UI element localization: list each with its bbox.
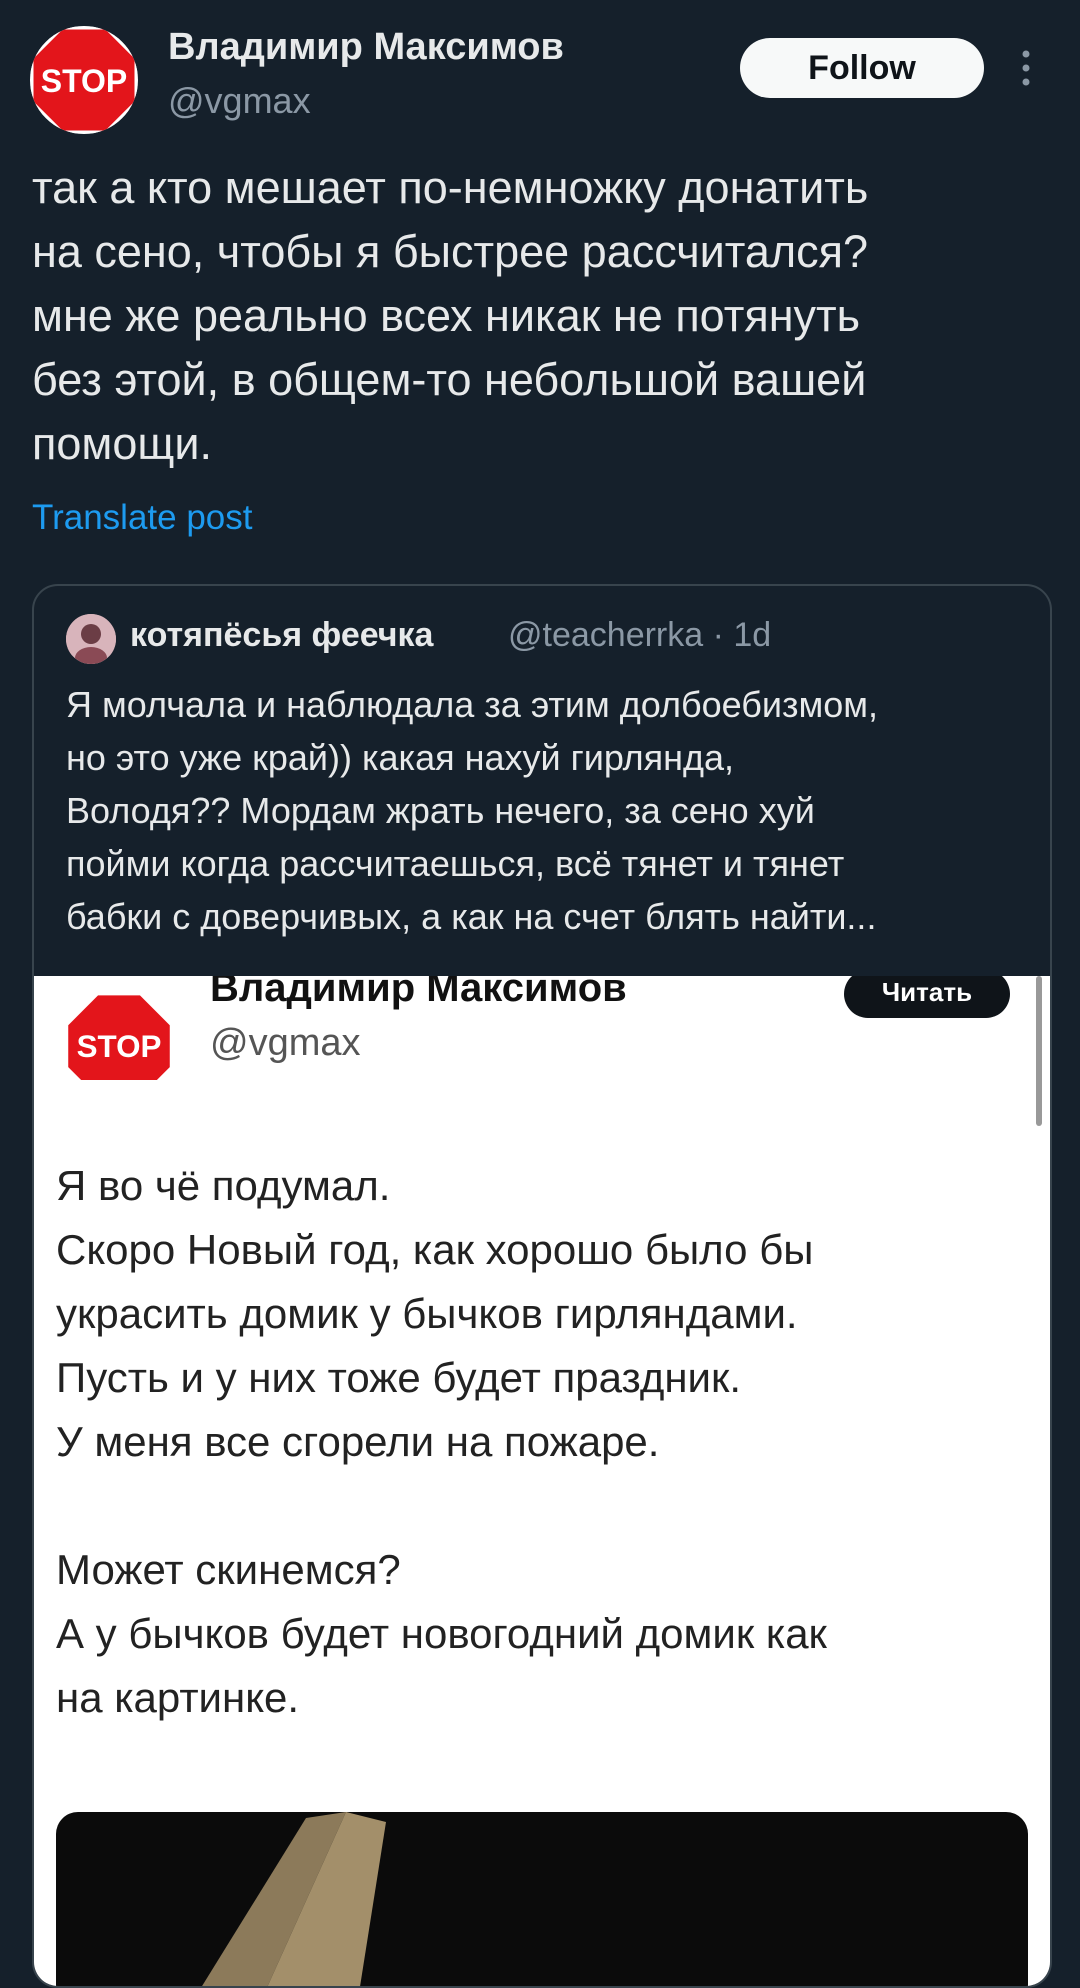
image-post-text: Я во чё подумал. Скоро Новый год, как хо… bbox=[56, 1162, 827, 1721]
stop-sign-icon: STOP bbox=[65, 992, 173, 1100]
post-header: STOP Владимир Максимов @vgmax Follow bbox=[0, 0, 1080, 140]
quote-avatar bbox=[66, 614, 116, 664]
author-name[interactable]: Владимир Максимов bbox=[168, 26, 564, 69]
quote-screenshot-image[interactable]: STOP Владимир Максимов @vgmax Читать Я в… bbox=[34, 976, 1050, 1986]
image-author-handle: @vgmax bbox=[210, 1022, 361, 1064]
author-handle[interactable]: @vgmax bbox=[168, 80, 311, 122]
image-avatar: STOP bbox=[56, 976, 182, 1100]
avatar[interactable]: STOP bbox=[30, 26, 138, 134]
quoted-post[interactable]: котяпёсья феечка @teacherrka · 1d Я молч… bbox=[32, 584, 1052, 1988]
profile-photo-icon bbox=[66, 614, 116, 664]
follow-button[interactable]: Follow bbox=[740, 38, 984, 98]
post-text: так а кто мешает по-немножку донатить на… bbox=[32, 162, 869, 469]
image-avatar-text: STOP bbox=[77, 1029, 162, 1064]
translate-post-link[interactable]: Translate post bbox=[32, 498, 252, 538]
stop-sign-icon: STOP bbox=[30, 26, 138, 134]
quote-author-name: котяпёсья феечка bbox=[130, 616, 434, 654]
quote-text: Я молчала и наблюдала за этим долбоебизм… bbox=[66, 684, 879, 937]
image-house-photo bbox=[56, 1812, 1028, 1986]
quote-handle-time: @teacherrka · 1d bbox=[508, 616, 772, 654]
image-read-button: Читать bbox=[844, 976, 1010, 1018]
avatar-text: STOP bbox=[41, 63, 128, 99]
image-scrollbar bbox=[1036, 976, 1042, 1126]
more-options-icon[interactable] bbox=[1016, 48, 1036, 88]
image-author-name: Владимир Максимов bbox=[210, 976, 627, 1010]
